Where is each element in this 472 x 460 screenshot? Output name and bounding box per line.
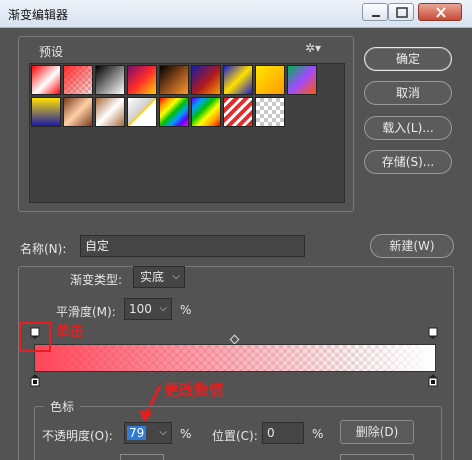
gradient-type-value: 实底 [140, 270, 165, 284]
preset-swatch[interactable] [95, 65, 125, 95]
gear-icon[interactable]: ✲▾ [305, 41, 321, 55]
presets-panel: 预设 ✲▾ [18, 36, 354, 212]
save-button[interactable]: 存储(S)... [364, 150, 452, 174]
opacity-stop-right[interactable] [428, 327, 438, 339]
minimize-button[interactable] [362, 3, 388, 21]
annotation-change-hint: 更改数值 [164, 381, 225, 399]
maximize-button[interactable] [388, 3, 414, 21]
gradient-type-label: 渐变类型: [70, 273, 123, 287]
preset-swatch[interactable] [223, 65, 253, 95]
new-button[interactable]: 新建(W) [370, 234, 454, 258]
color-stops-legend: 色标 [44, 398, 81, 415]
preset-swatch[interactable] [159, 65, 189, 95]
preset-swatch[interactable] [159, 97, 189, 127]
annotation-highlight-box [19, 322, 51, 352]
smoothness-label: 平滑度(M): [56, 305, 116, 319]
chevron-down-icon: ⌵ [172, 271, 180, 282]
position-unit: % [312, 427, 324, 441]
preset-swatch[interactable] [63, 97, 93, 127]
preset-swatch[interactable] [63, 65, 93, 95]
window-title: 渐变编辑器 [8, 8, 69, 22]
gradient-preview-bar[interactable] [34, 344, 436, 372]
color-stop-right[interactable] [428, 374, 438, 388]
preset-swatch[interactable] [31, 97, 61, 127]
name-field[interactable]: 自定 [80, 235, 305, 257]
preset-swatch[interactable] [31, 65, 61, 95]
gradient-type-select[interactable]: 实底 ⌵ [133, 266, 185, 288]
smoothness-unit: % [180, 303, 192, 317]
annotation-click-hint: 单击 [56, 324, 84, 340]
smoothness-value: 100 [129, 302, 152, 316]
preset-swatch[interactable] [255, 97, 285, 127]
opacity-label: 不透明度(O): [42, 429, 113, 443]
color-swatch-field[interactable] [120, 454, 164, 460]
chevron-down-icon: ⌵ [159, 427, 167, 438]
preset-swatch[interactable] [287, 65, 317, 95]
name-label: 名称(N): [20, 242, 67, 256]
preset-swatch[interactable] [223, 97, 253, 127]
opacity-input[interactable]: 79 ⌵ [124, 422, 172, 444]
load-button[interactable]: 载入(L)... [364, 116, 452, 140]
opacity-unit: % [180, 427, 192, 441]
position-input[interactable]: 0 [262, 422, 304, 444]
preset-swatch[interactable] [255, 65, 285, 95]
maximize-icon [396, 7, 408, 18]
preset-swatch[interactable] [127, 65, 157, 95]
preset-swatch[interactable] [127, 97, 157, 127]
position-label: 位置(C): [212, 429, 258, 443]
cancel-button[interactable]: 取消 [364, 81, 452, 105]
close-button[interactable] [418, 3, 462, 21]
ok-button[interactable]: 确定 [364, 47, 452, 71]
preset-swatch[interactable] [191, 65, 221, 95]
smoothness-input[interactable]: 100 ⌵ [124, 298, 172, 320]
presets-label: 预设 [39, 45, 64, 59]
preset-swatch[interactable] [95, 97, 125, 127]
color-stop-left[interactable] [30, 374, 40, 388]
title-bar: 渐变编辑器 [0, 0, 472, 28]
chevron-down-icon: ⌵ [159, 303, 167, 314]
opacity-value: 79 [127, 426, 147, 440]
preset-swatches [29, 63, 345, 203]
close-icon [436, 7, 446, 18]
preset-swatch[interactable] [191, 97, 221, 127]
delete-color-button[interactable] [340, 454, 414, 460]
delete-button[interactable]: 删除(D) [340, 420, 414, 444]
minimize-icon [372, 15, 380, 17]
